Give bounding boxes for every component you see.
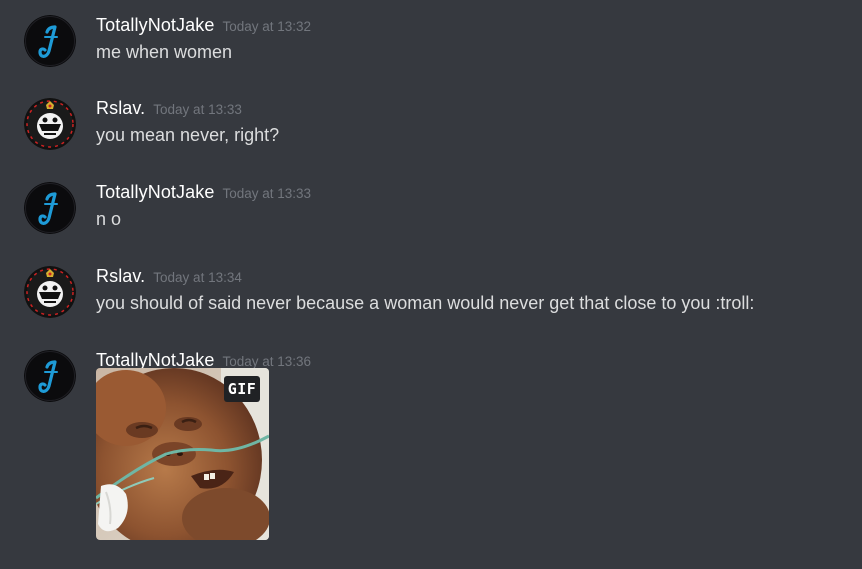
username[interactable]: Rslav.	[96, 98, 145, 118]
message-header: TotallyNotJake Today at 13:33	[96, 182, 311, 206]
message-header: Rslav. Today at 13:33	[96, 98, 242, 122]
message-timestamp: Today at 13:34	[153, 270, 242, 285]
user-avatar[interactable]	[24, 182, 76, 234]
j-letter-icon	[24, 350, 76, 402]
message-timestamp: Today at 13:36	[222, 354, 312, 369]
user-avatar[interactable]	[24, 350, 76, 402]
message-header: TotallyNotJake Today at 13:32	[96, 15, 311, 39]
chat-messages: TotallyNotJake Today at 13:32 me when wom…	[0, 0, 862, 569]
user-avatar[interactable]	[24, 98, 76, 150]
j-letter-icon	[24, 182, 76, 234]
gif-attachment[interactable]: GIF	[96, 368, 269, 540]
message-timestamp: Today at 13:33	[153, 102, 242, 117]
username[interactable]: TotallyNotJake	[96, 182, 214, 202]
gif-badge: GIF	[224, 376, 260, 402]
message-content: you should of said never because a woman…	[96, 293, 755, 313]
user-avatar[interactable]	[24, 15, 76, 67]
j-letter-icon	[24, 15, 76, 67]
message-content: you mean never, right?	[96, 125, 280, 145]
username[interactable]: TotallyNotJake	[96, 15, 214, 35]
message-timestamp: Today at 13:33	[222, 186, 312, 201]
username[interactable]: Rslav.	[96, 266, 145, 286]
message-timestamp: Today at 13:32	[222, 19, 312, 34]
message-header: Rslav. Today at 13:34	[96, 266, 242, 290]
message-content: me when women	[96, 42, 233, 62]
username[interactable]: TotallyNotJake	[96, 350, 214, 370]
emblem-icon	[24, 98, 76, 150]
emblem-icon	[24, 266, 76, 318]
user-avatar[interactable]	[24, 266, 76, 318]
message-content: n o	[96, 209, 122, 229]
